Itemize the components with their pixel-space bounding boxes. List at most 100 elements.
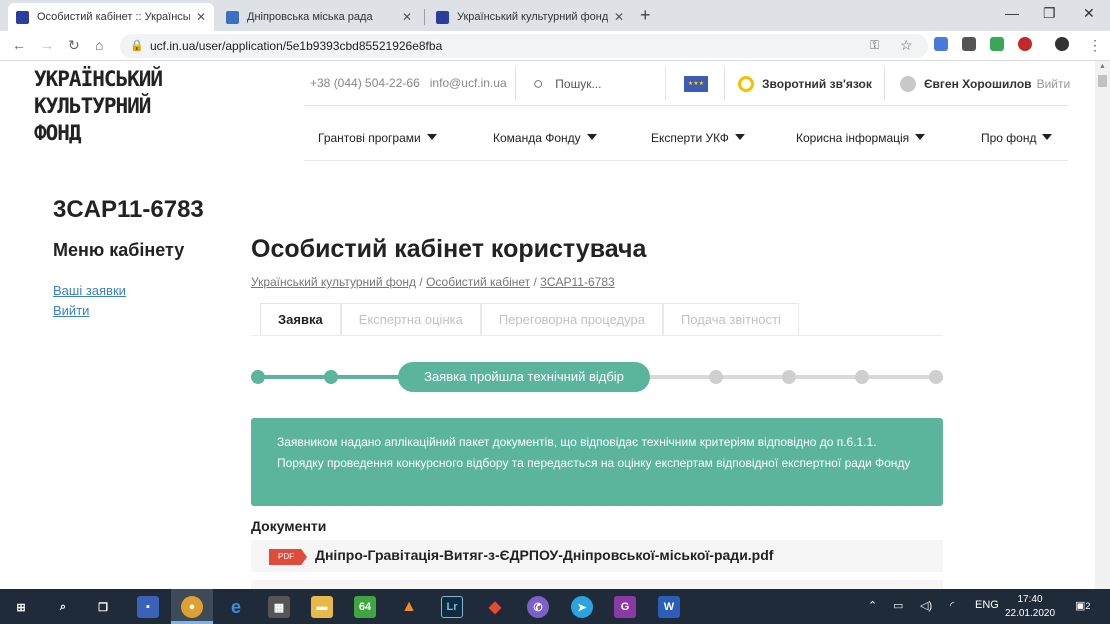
volume-icon[interactable]: ◁): [920, 599, 932, 612]
nav-about[interactable]: Про фонд: [981, 131, 1053, 145]
header-divider-line: [304, 105, 1068, 106]
documents-heading: Документи: [251, 518, 327, 534]
breadcrumb: Український культурний фонд / Особистий …: [251, 275, 615, 289]
browser-tab-title: Український культурний фонд: [457, 11, 608, 23]
restore-button[interactable]: ❐: [1043, 5, 1056, 22]
pdf-app-icon[interactable]: G: [614, 596, 636, 618]
header-divider: [515, 66, 516, 100]
tab-reporting[interactable]: Подача звітності: [662, 303, 799, 335]
tray-chevron-icon[interactable]: ⌃: [868, 599, 877, 612]
viber-icon[interactable]: ✆: [527, 596, 549, 618]
breadcrumb-application[interactable]: 3CAP11-6783: [540, 275, 615, 289]
feedback-button[interactable]: Зворотний зв'язок: [738, 76, 872, 92]
header-divider: [665, 66, 666, 100]
browser-tab-dnipro[interactable]: Дніпровська міська рада ✕: [218, 3, 420, 31]
nav-fund-team[interactable]: Команда Фонду: [493, 131, 597, 145]
back-button[interactable]: ←: [12, 37, 26, 53]
caret-down-icon: [1042, 134, 1053, 140]
application-tabs: Заявка Експертна оцінка Переговорна проц…: [260, 303, 799, 335]
nav-divider-line: [304, 160, 1068, 161]
ucf-favicon-icon: [16, 10, 29, 24]
windows-taskbar: [0, 589, 1110, 624]
language-indicator[interactable]: ENG: [975, 599, 999, 611]
close-icon[interactable]: ✕: [196, 10, 206, 24]
forward-button[interactable]: →: [40, 37, 54, 53]
reload-button[interactable]: ↻: [68, 37, 80, 54]
email-link[interactable]: info@ucf.in.ua: [430, 76, 507, 90]
scrollbar-thumb[interactable]: [1098, 75, 1107, 87]
browser-tab-cabinet[interactable]: Особистий кабінет :: Українськ ✕: [8, 3, 214, 31]
sidebar-logout-link[interactable]: Вийти: [53, 303, 89, 318]
nav-useful-info[interactable]: Корисна інформація: [796, 131, 926, 145]
browser-tab-title: Особистий кабінет :: Українськ: [37, 11, 190, 23]
lightroom-icon[interactable]: Lr: [441, 596, 463, 618]
wifi-icon[interactable]: ◜: [950, 599, 954, 612]
pdf-file-icon: PDF: [269, 549, 307, 565]
nav-label: Грантові програми: [318, 131, 421, 145]
tab-application[interactable]: Заявка: [260, 303, 341, 335]
eu-flag-icon: ★★★: [684, 76, 708, 92]
task-view-icon[interactable]: ❐: [92, 596, 114, 618]
save-app-icon[interactable]: ▪: [137, 596, 159, 618]
status-notice: Заявником надано аплікаційний пакет доку…: [251, 418, 943, 506]
new-tab-button[interactable]: +: [640, 5, 651, 26]
close-window-button[interactable]: ✕: [1083, 5, 1095, 22]
phone-link[interactable]: +38 (044) 504-22-66: [310, 76, 420, 90]
system-clock[interactable]: 17:40 22.01.2020: [1000, 593, 1060, 621]
windows-start-icon[interactable]: ⊞: [10, 596, 32, 618]
feedback-label: Зворотний зв'язок: [762, 77, 872, 91]
browser-tab-ucf[interactable]: Український культурний фонд ✕: [428, 3, 632, 31]
caret-down-icon: [426, 134, 437, 140]
document-row[interactable]: PDF Дніпро-Гравітація-Витяг-з-ЄДРПОУ-Дні…: [251, 540, 943, 572]
word-icon[interactable]: W: [658, 596, 680, 618]
document-link[interactable]: Дніпро-Гравітація-Витяг-з-ЄДРПОУ-Дніпров…: [315, 547, 773, 563]
search-box[interactable]: ○ Пошук...: [533, 74, 601, 94]
explorer-icon[interactable]: ▬: [311, 596, 333, 618]
telegram-icon[interactable]: ➤: [571, 596, 593, 618]
key-icon[interactable]: ⚿: [870, 38, 879, 53]
progress-step-pending: [709, 370, 723, 384]
calculator-icon[interactable]: ▦: [268, 596, 290, 618]
taskbar-search-icon[interactable]: ⌕: [52, 596, 74, 618]
my-applications-link[interactable]: Ваші заявки: [53, 283, 126, 298]
nav-experts[interactable]: Експерти УКФ: [651, 131, 745, 145]
chrome-icon[interactable]: ●: [181, 596, 203, 618]
contact-info: +38 (044) 504-22-66 info@ucf.in.ua: [310, 76, 507, 90]
notification-count: 2: [1085, 601, 1091, 611]
battery-icon[interactable]: ▭: [893, 599, 903, 612]
shield-extension-icon[interactable]: [962, 37, 976, 51]
nav-grant-programs[interactable]: Грантові програми: [318, 131, 437, 145]
browser-menu-icon[interactable]: ⋮: [1088, 37, 1102, 54]
adguard-extension-icon[interactable]: [990, 37, 1004, 51]
progress-step-pending: [782, 370, 796, 384]
lastpass-extension-icon[interactable]: [1018, 37, 1032, 51]
bookmark-star-icon[interactable]: ☆: [900, 37, 913, 54]
address-bar[interactable]: 🔒 ucf.in.ua/user/application/5e1b9393cbd…: [120, 34, 928, 58]
edge-icon[interactable]: e: [225, 596, 247, 618]
ucf-logo[interactable]: УКРАЇНСЬКИЙ КУЛЬТУРНИЙ ФОНД: [34, 66, 163, 147]
minimize-button[interactable]: —: [1005, 5, 1019, 21]
search-placeholder: Пошук...: [555, 77, 602, 91]
scroll-up-icon[interactable]: ▲: [1099, 63, 1106, 70]
nav-label: Експерти УКФ: [651, 131, 729, 145]
user-name[interactable]: Євген Хорошилов: [924, 77, 1032, 91]
translate-extension-icon[interactable]: [934, 37, 948, 51]
document-row-partial[interactable]: [251, 580, 943, 589]
close-icon[interactable]: ✕: [402, 10, 412, 24]
city-favicon-icon: [226, 10, 239, 24]
notifications-icon[interactable]: ▣2: [1075, 599, 1090, 612]
breadcrumb-home[interactable]: Український культурний фонд: [251, 275, 416, 289]
vlc-icon[interactable]: ▲: [398, 596, 420, 618]
lastpass-icon[interactable]: 64: [354, 596, 376, 618]
page-scrollbar[interactable]: ▲: [1095, 61, 1110, 589]
home-button[interactable]: ⌂: [95, 37, 103, 53]
close-icon[interactable]: ✕: [614, 10, 624, 24]
logout-link[interactable]: Вийти: [1037, 77, 1071, 91]
clock-date: 22.01.2020: [1004, 608, 1056, 619]
profile-avatar-icon[interactable]: [1055, 37, 1069, 51]
tab-negotiation[interactable]: Переговорна процедура: [480, 303, 663, 335]
browser-tabstrip: Особистий кабінет :: Українськ ✕ Дніпров…: [0, 0, 1110, 31]
anydesk-icon[interactable]: ◆: [484, 596, 506, 618]
tab-expert-evaluation[interactable]: Експертна оцінка: [340, 303, 481, 335]
breadcrumb-cabinet[interactable]: Особистий кабінет: [426, 275, 530, 289]
